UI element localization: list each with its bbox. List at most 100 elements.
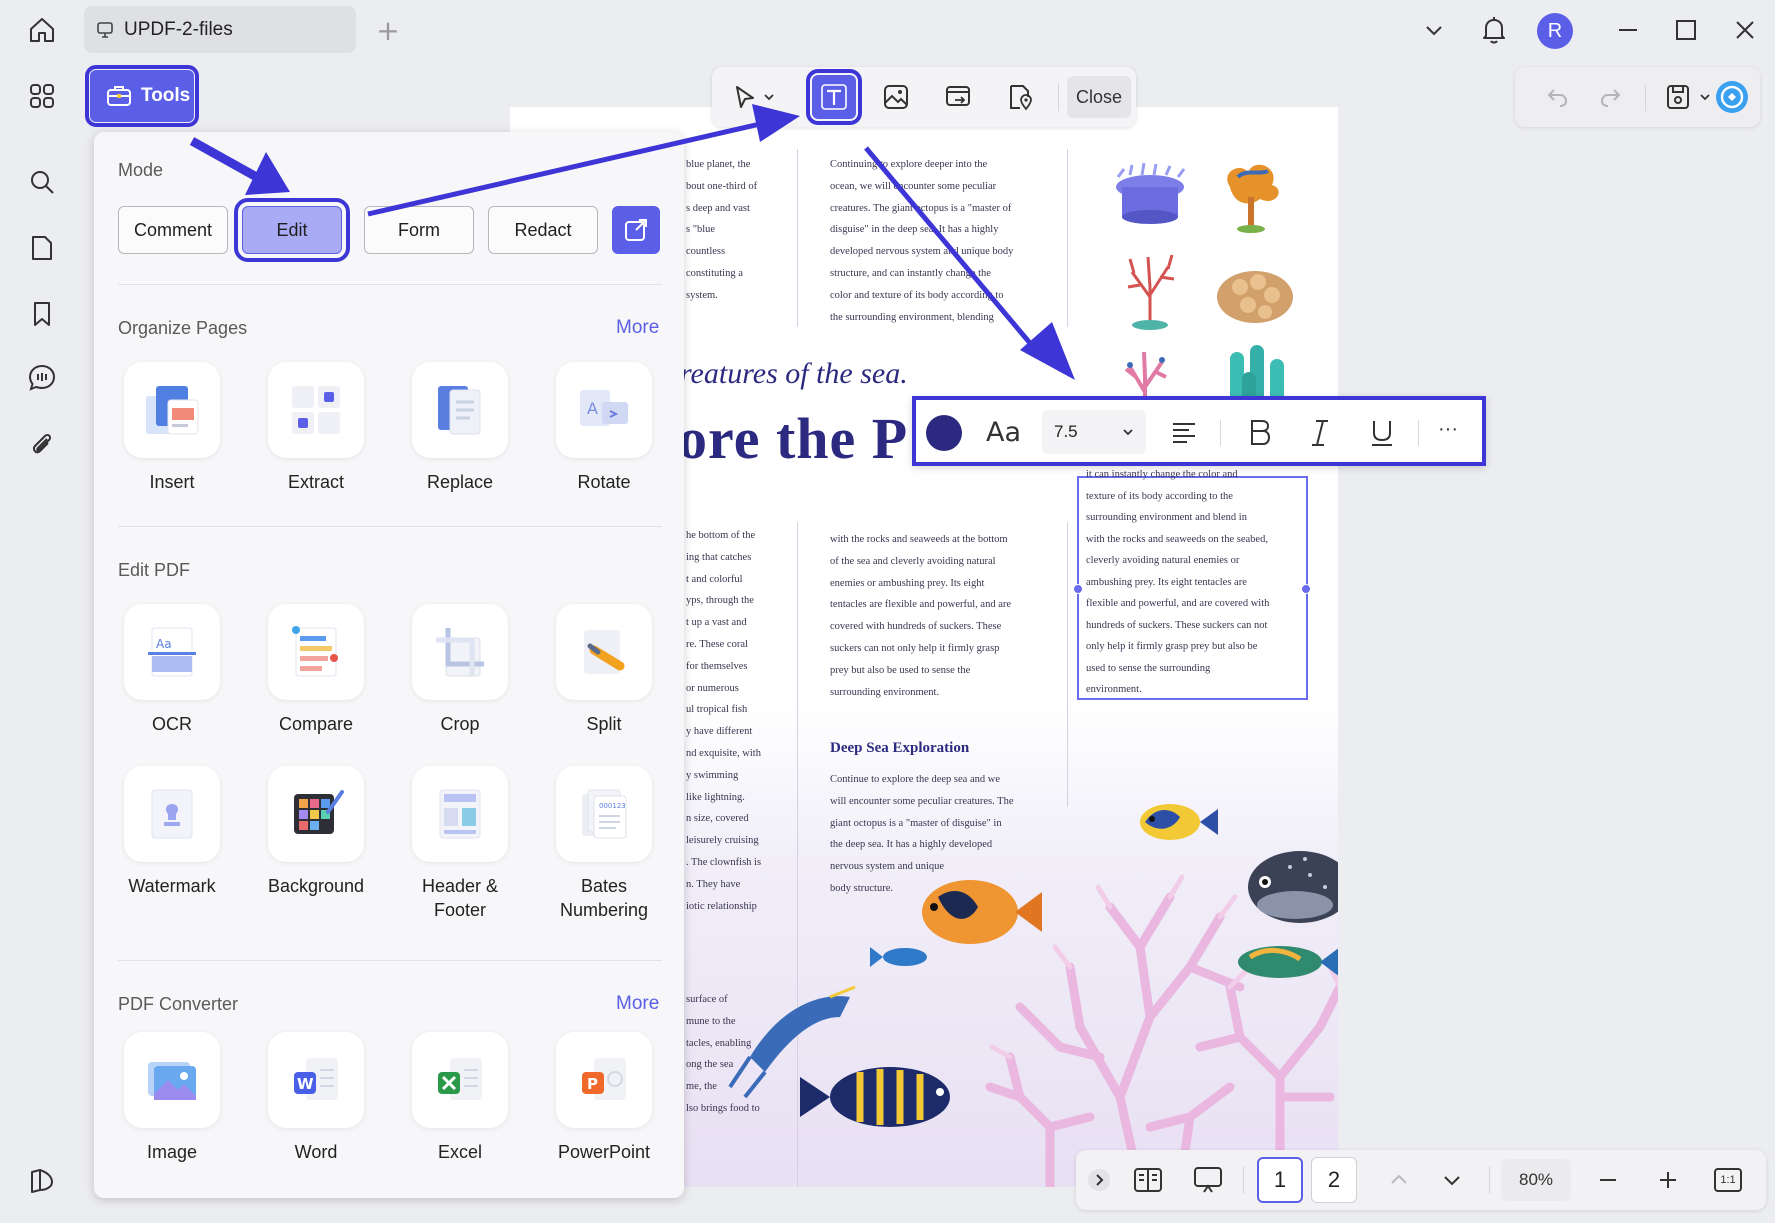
mode-comment-button[interactable]: Comment <box>118 206 228 254</box>
bold-icon[interactable] <box>1246 418 1274 448</box>
page-button-1[interactable]: 1 <box>1257 1157 1303 1203</box>
text-color-button[interactable] <box>926 415 962 451</box>
mode-redact-button[interactable]: Redact <box>488 206 598 254</box>
chevron-up-icon[interactable] <box>1381 1160 1417 1200</box>
zoom-out-icon[interactable] <box>1588 1160 1628 1200</box>
zoom-level[interactable]: 80% <box>1501 1159 1571 1201</box>
toolbox-icon <box>106 84 132 108</box>
chevron-down-icon[interactable] <box>1418 10 1450 50</box>
font-family-button[interactable]: Aa <box>986 417 1021 448</box>
convert-powerpoint-tool[interactable]: P <box>556 1032 652 1128</box>
expand-icon[interactable] <box>1084 1160 1114 1200</box>
comment-icon[interactable] <box>20 356 64 400</box>
undo-icon[interactable] <box>1535 75 1579 119</box>
underline-icon[interactable] <box>1368 418 1396 448</box>
tools-button[interactable]: Tools <box>85 65 199 127</box>
text-line: structure, and can instantly change the <box>830 267 991 279</box>
page-button-2[interactable]: 2 <box>1311 1157 1357 1203</box>
header-footer-label: Header & Footer <box>421 876 499 920</box>
location-tool-button[interactable] <box>998 75 1042 119</box>
rotate-label: Rotate <box>577 472 631 492</box>
text-box-line: ambushing prey. Its eight tentacles are <box>1086 576 1247 588</box>
insert-tool[interactable] <box>124 362 220 458</box>
new-tab-button[interactable]: + <box>372 14 404 47</box>
layers-icon[interactable] <box>20 1158 64 1202</box>
cursor-icon <box>733 84 757 110</box>
text-line: yps, through the <box>686 595 754 607</box>
text-line: developed nervous system and unique body <box>830 246 1014 258</box>
text-line: y swimming <box>686 769 739 781</box>
document-tab[interactable]: UPDF-2-files <box>84 6 356 53</box>
actual-size-icon[interactable]: 1:1 <box>1708 1160 1748 1200</box>
replace-tool[interactable] <box>412 362 508 458</box>
ocr-tool[interactable]: Aa <box>124 604 220 700</box>
link-tool-button[interactable] <box>936 75 980 119</box>
header-footer-tool[interactable] <box>412 766 508 862</box>
bates-numbering-tool[interactable]: 000123 <box>556 766 652 862</box>
maximize-icon[interactable] <box>1666 10 1706 50</box>
presentation-icon[interactable] <box>1188 1160 1228 1200</box>
excel-label: Excel <box>437 1142 482 1162</box>
text-line: enemies or ambushing prey. Its eight <box>830 577 985 589</box>
mode-form-button[interactable]: Form <box>364 206 474 254</box>
convert-image-tool[interactable] <box>124 1032 220 1128</box>
convert-word-tool[interactable]: W <box>268 1032 364 1128</box>
open-external-icon[interactable] <box>612 206 660 254</box>
section-heading-italic: reatures of the sea. <box>680 357 908 390</box>
crop-tool[interactable] <box>412 604 508 700</box>
text-line: ocean, we will encounter some peculiar <box>830 180 997 192</box>
text-box-line: surrounding environment and blend in <box>1086 512 1247 523</box>
tools-panel: Mode Comment Edit Form Redact Organize P… <box>94 132 684 1198</box>
rotate-tool[interactable]: A <box>556 362 652 458</box>
two-page-icon[interactable] <box>1128 1160 1168 1200</box>
apps-grid-icon[interactable] <box>20 74 64 118</box>
compare-tool[interactable] <box>268 604 364 700</box>
attachment-icon[interactable] <box>20 422 64 466</box>
text-tool-button[interactable] <box>806 69 862 125</box>
avatar[interactable]: R <box>1537 13 1573 49</box>
save-icon <box>1665 83 1691 111</box>
bates-numbering-label: Bates Numbering <box>559 876 649 920</box>
home-icon[interactable] <box>20 10 64 50</box>
selected-text-box[interactable]: it can instantly change the color and tex… <box>1073 469 1311 700</box>
section-divider <box>118 284 662 285</box>
text-line: ing that catches <box>686 551 752 563</box>
page-icon[interactable] <box>20 226 64 270</box>
text-line: t up a vast and <box>686 617 747 629</box>
align-left-icon[interactable] <box>1170 420 1198 446</box>
font-size-value: 7.5 <box>1054 422 1078 441</box>
tools-button-label: Tools <box>141 85 191 106</box>
convert-excel-tool[interactable] <box>412 1032 508 1128</box>
redo-icon[interactable] <box>1589 75 1633 119</box>
compare-icon <box>292 626 338 677</box>
italic-icon[interactable] <box>1308 418 1332 448</box>
resize-handle-right[interactable] <box>1301 584 1311 594</box>
bookmark-icon[interactable] <box>20 292 64 336</box>
column-divider <box>797 149 798 327</box>
close-icon[interactable] <box>1725 10 1765 50</box>
extract-tool[interactable] <box>268 362 364 458</box>
converter-more-link[interactable]: More <box>616 993 659 1015</box>
column-divider <box>1067 522 1068 807</box>
zoom-in-icon[interactable] <box>1648 1160 1688 1200</box>
bell-icon[interactable] <box>1477 10 1511 50</box>
chevron-down-icon[interactable] <box>1434 1160 1470 1200</box>
font-size-select[interactable]: 7.5 <box>1042 410 1146 454</box>
close-edit-button[interactable]: Close <box>1067 76 1131 118</box>
more-options-button[interactable]: ··· <box>1438 418 1458 441</box>
ai-assistant-icon[interactable] <box>1710 75 1754 119</box>
image-tool-button[interactable] <box>874 75 918 119</box>
text-box-line: used to sense the surrounding <box>1086 662 1211 674</box>
minimize-icon[interactable] <box>1608 10 1648 50</box>
search-icon[interactable] <box>20 160 64 204</box>
split-tool[interactable] <box>556 604 652 700</box>
resize-handle-left[interactable] <box>1073 584 1083 594</box>
mode-edit-button[interactable]: Edit <box>234 198 350 262</box>
text-box-content[interactable]: it can instantly change the color and tex… <box>1086 464 1302 701</box>
watermark-tool[interactable] <box>124 766 220 862</box>
organize-more-link[interactable]: More <box>616 317 659 339</box>
excel-icon <box>438 1058 482 1100</box>
background-tool[interactable] <box>268 766 364 862</box>
select-tool-button[interactable] <box>726 75 782 119</box>
text-box-line: it can instantly change the color and <box>1086 469 1238 480</box>
